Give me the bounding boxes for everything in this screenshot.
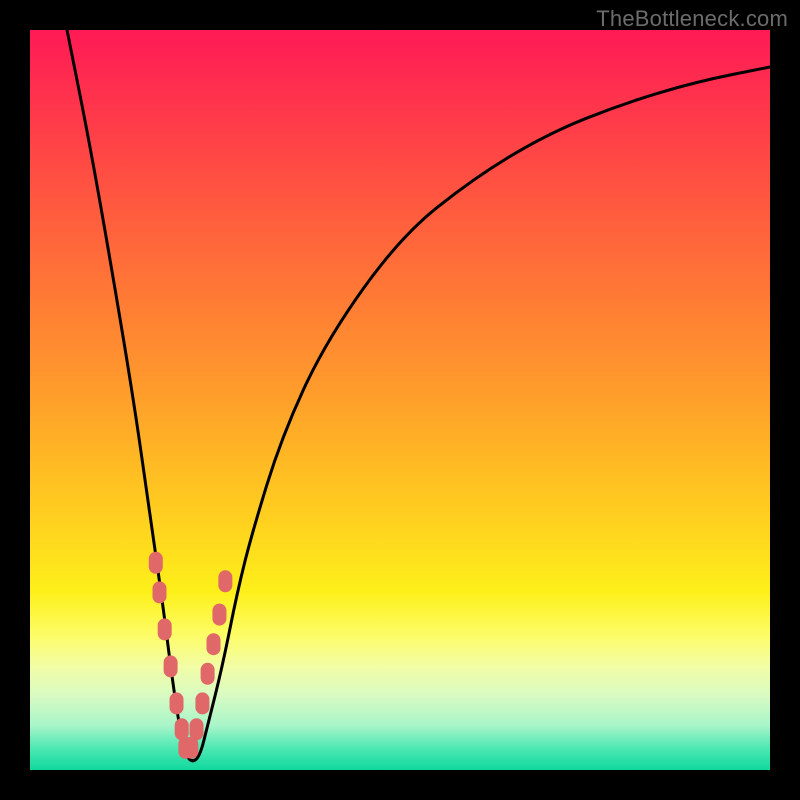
marker-dot bbox=[218, 570, 232, 592]
marker-dot bbox=[195, 692, 209, 714]
marker-dot bbox=[170, 692, 184, 714]
marker-dot bbox=[190, 718, 204, 740]
marker-dot bbox=[164, 655, 178, 677]
marker-cluster-group bbox=[149, 552, 233, 759]
marker-dot bbox=[158, 618, 172, 640]
curve-path bbox=[67, 30, 770, 761]
marker-dot bbox=[207, 633, 221, 655]
chart-frame: TheBottleneck.com bbox=[0, 0, 800, 800]
curve-path-group bbox=[67, 30, 770, 761]
bottleneck-curve-svg bbox=[30, 30, 770, 770]
marker-dot bbox=[149, 552, 163, 574]
marker-dot bbox=[201, 663, 215, 685]
watermark-text: TheBottleneck.com bbox=[596, 6, 788, 32]
plot-area bbox=[30, 30, 770, 770]
marker-dot bbox=[212, 604, 226, 626]
marker-dot bbox=[153, 581, 167, 603]
